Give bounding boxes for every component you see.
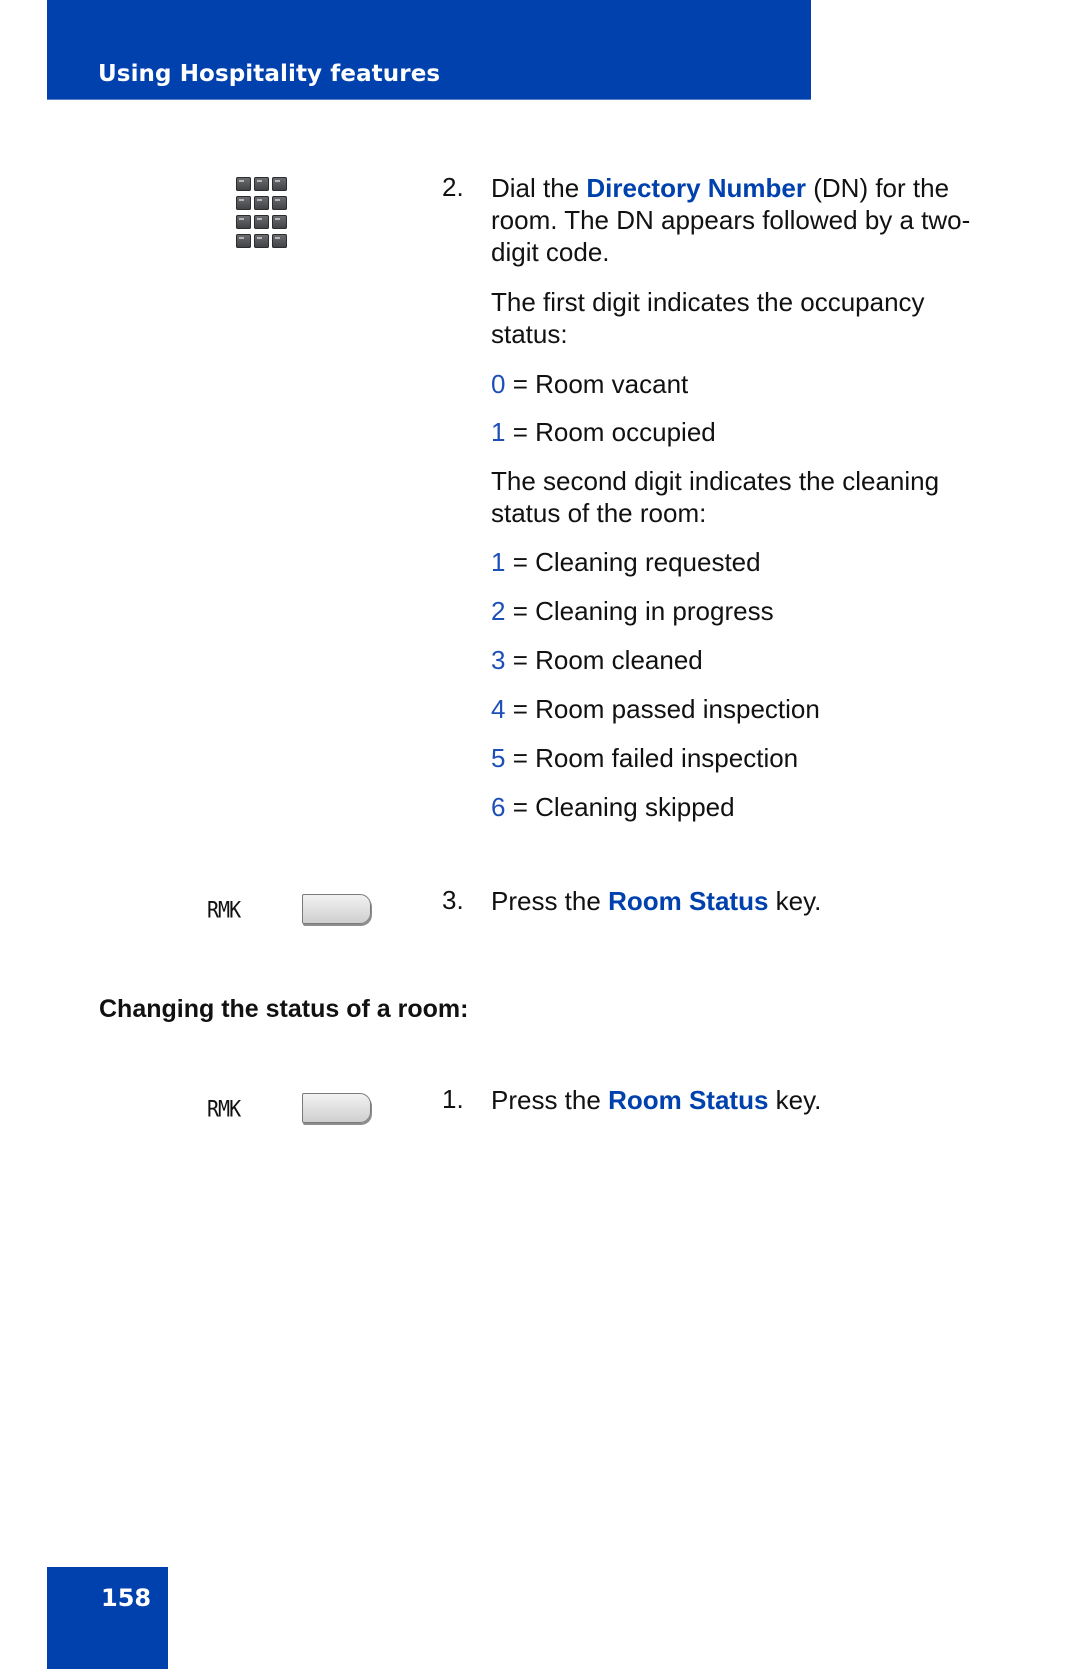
room-status-term: Room Status <box>608 1085 769 1115</box>
code-item: 1 = Room occupied <box>491 416 971 448</box>
step-3-text: Press the Room Status key. <box>491 885 971 917</box>
chapter-header-banner: Using Hospitality features <box>47 0 811 100</box>
code-digit: 6 <box>491 792 506 822</box>
page-number: 158 <box>101 1584 152 1612</box>
code-item: 1 = Cleaning requested <box>491 546 971 578</box>
directory-number-term: Directory Number <box>586 173 807 203</box>
dialpad-key <box>236 196 251 210</box>
code-item: 2 = Cleaning in progress <box>491 595 971 627</box>
code-item: 4 = Room passed inspection <box>491 693 971 725</box>
room-status-softkey-icon <box>302 894 371 924</box>
section-heading: Changing the status of a room: <box>99 995 469 1023</box>
dialpad-key <box>236 215 251 229</box>
dialpad-icon <box>236 177 288 249</box>
chapter-title: Using Hospitality features <box>98 61 441 87</box>
code-item: 5 = Room failed inspection <box>491 742 971 774</box>
dialpad-key <box>254 196 269 210</box>
code-item: 0 = Room vacant <box>491 368 971 400</box>
code-meaning: = Cleaning skipped <box>505 792 735 822</box>
second-digit-intro: The second digit indicates the cleaning … <box>491 466 940 528</box>
first-digit-intro: The first digit indicates the occupancy … <box>491 287 925 349</box>
dialpad-key <box>254 215 269 229</box>
dialpad-key <box>272 196 287 210</box>
page-number-box: 158 <box>47 1567 168 1669</box>
rmk-softkey-label: RMK <box>207 896 241 924</box>
step-2-text: Dial the Directory Number (DN) for the r… <box>491 172 971 268</box>
code-meaning: = Room passed inspection <box>505 694 820 724</box>
code-item: 3 = Room cleaned <box>491 644 971 676</box>
code-meaning: = Room occupied <box>505 417 716 447</box>
dialpad-key <box>236 234 251 248</box>
dialpad-key <box>272 234 287 248</box>
step-number: 1. <box>442 1084 464 1114</box>
code-digit: 0 <box>491 369 506 399</box>
code-digit: 4 <box>491 694 506 724</box>
dialpad-key <box>254 177 269 191</box>
code-meaning: = Room failed inspection <box>505 743 799 773</box>
code-meaning: = Cleaning requested <box>505 547 761 577</box>
text-fragment: Press the <box>491 1085 609 1115</box>
code-item: 6 = Cleaning skipped <box>491 791 971 823</box>
room-status-term: Room Status <box>608 886 769 916</box>
code-digit: 5 <box>491 743 506 773</box>
dialpad-key <box>272 215 287 229</box>
step-number: 3. <box>442 885 464 915</box>
dialpad-key <box>236 177 251 191</box>
step-number: 2. <box>442 172 464 202</box>
code-digit: 1 <box>491 547 506 577</box>
code-digit: 2 <box>491 596 506 626</box>
code-digit: 1 <box>491 417 506 447</box>
dialpad-key <box>272 177 287 191</box>
step-2-instruction: Dial the Directory Number (DN) for the r… <box>491 172 971 268</box>
code-meaning: = Room cleaned <box>505 645 703 675</box>
text-fragment: Dial the <box>491 173 587 203</box>
rmk-softkey-label: RMK <box>207 1095 241 1123</box>
code-digit: 3 <box>491 645 506 675</box>
text-fragment: key. <box>768 886 822 916</box>
dialpad-key <box>254 234 269 248</box>
code-meaning: = Room vacant <box>505 369 689 399</box>
text-fragment: Press the <box>491 886 609 916</box>
text-fragment: key. <box>768 1085 822 1115</box>
code-meaning: = Cleaning in progress <box>505 596 774 626</box>
change-step-1-text: Press the Room Status key. <box>491 1084 971 1116</box>
room-status-softkey-icon <box>302 1093 371 1123</box>
